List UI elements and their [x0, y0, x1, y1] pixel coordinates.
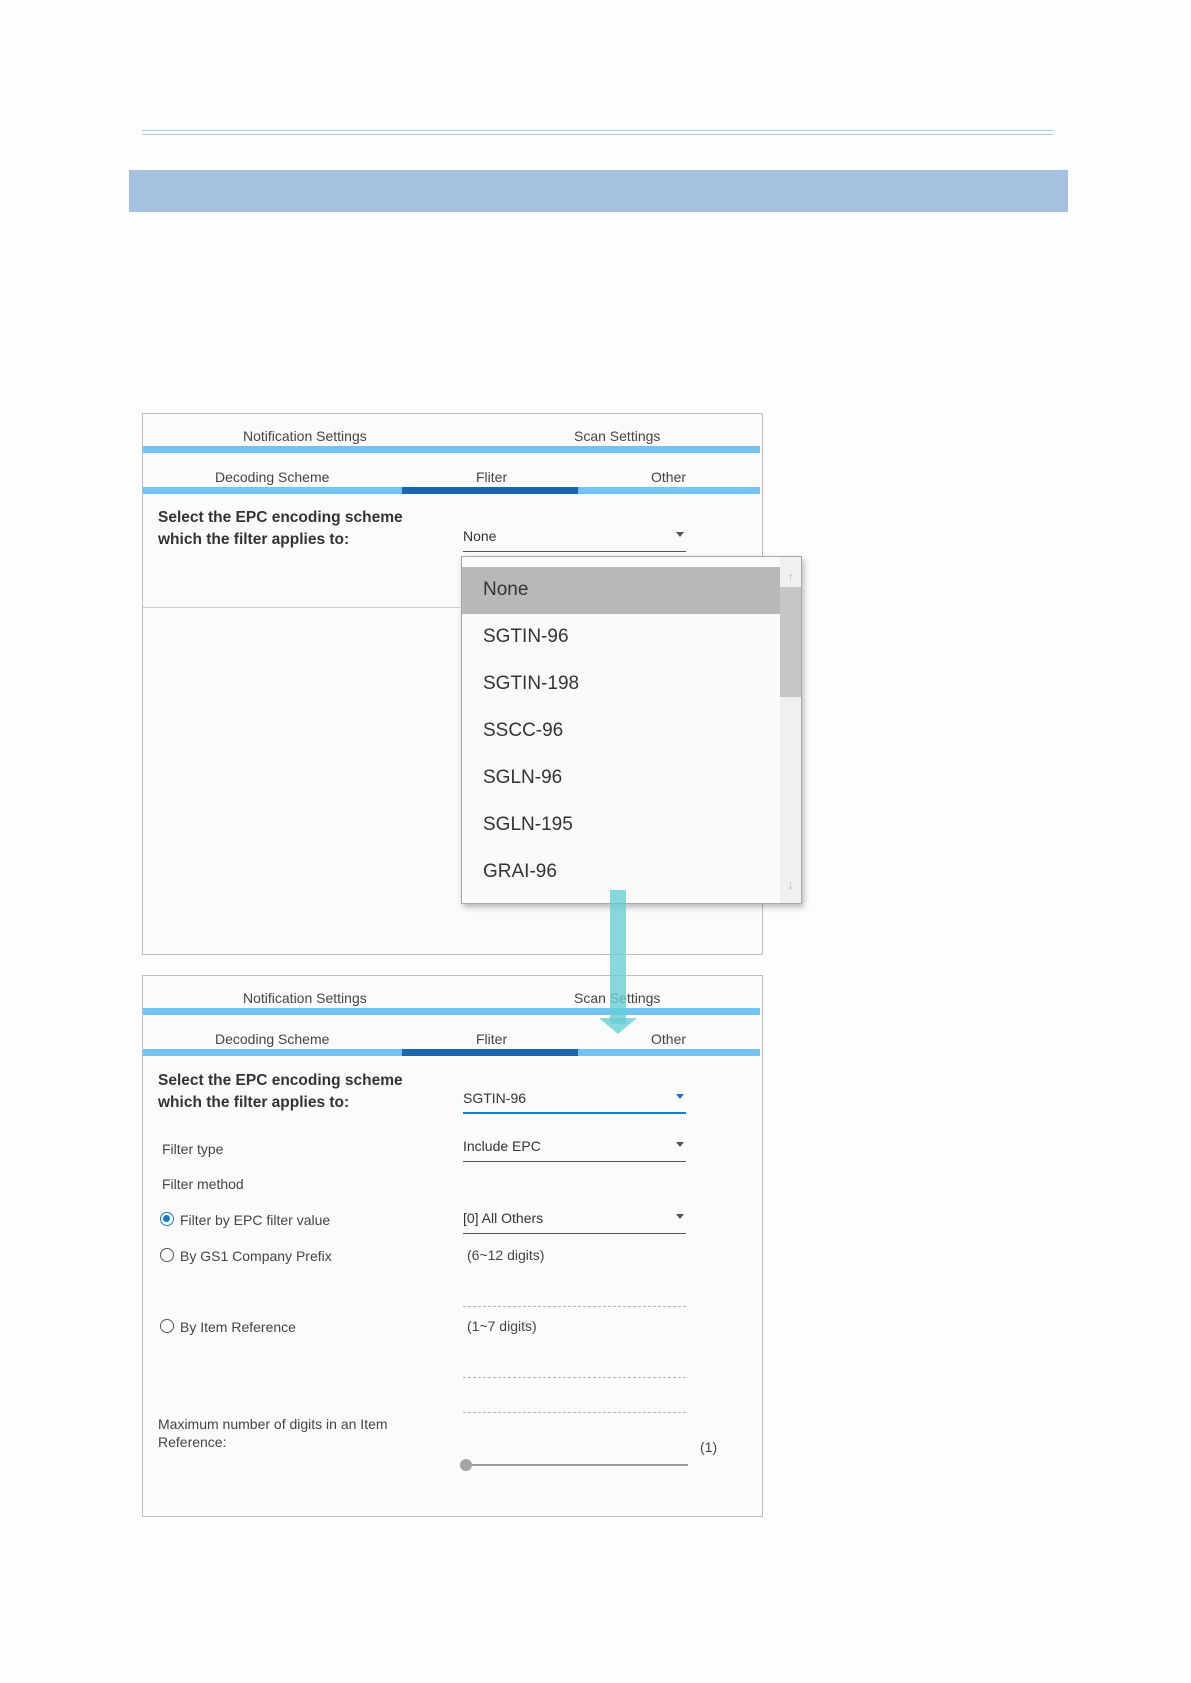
- header-rule: [142, 130, 1053, 135]
- tab-other[interactable]: Other: [651, 1031, 686, 1047]
- radio-gs1-company-prefix[interactable]: [160, 1248, 174, 1262]
- arrow-down-icon[interactable]: ↓: [780, 873, 801, 897]
- dropdown-option[interactable]: GRAI-96: [462, 849, 780, 896]
- sub-tab-row: Decoding Scheme Fliter Other: [143, 1017, 760, 1056]
- radio-item-reference[interactable]: [160, 1319, 174, 1333]
- tab-notification-settings[interactable]: Notification Settings: [243, 428, 367, 444]
- max-digits-value: (1): [700, 1439, 718, 1455]
- encoding-scheme-dropdown[interactable]: SGTIN-96: [463, 1084, 686, 1114]
- item-reference-input[interactable]: [463, 1377, 686, 1378]
- epc-filter-value: [0] All Others: [463, 1210, 544, 1226]
- chevron-down-icon: [676, 532, 684, 537]
- active-tab-indicator: [402, 487, 578, 494]
- encoding-scheme-dropdown[interactable]: None: [463, 522, 686, 552]
- encoding-scheme-label: Select the EPC encoding scheme which the…: [158, 1072, 403, 1111]
- tab-scan-settings[interactable]: Scan Settings: [574, 428, 660, 444]
- item-reference-digits-hint: (1~7 digits): [467, 1318, 537, 1334]
- filter-type-label: Filter type: [162, 1141, 224, 1157]
- max-digits-slider-track[interactable]: [463, 1464, 688, 1466]
- arrow-down-icon: [599, 1018, 637, 1034]
- top-tab-indicator-bar: [143, 1008, 760, 1015]
- encoding-scheme-dropdown-list[interactable]: None SGTIN-96 SGTIN-198 SSCC-96 SGLN-96 …: [461, 556, 802, 904]
- max-digits-slider-thumb[interactable]: [460, 1459, 472, 1471]
- item-reference-input-secondary[interactable]: [463, 1412, 686, 1413]
- form-divider: [143, 607, 460, 608]
- dropdown-option[interactable]: SGTIN-198: [462, 661, 780, 708]
- dropdown-option[interactable]: SGTIN-96: [462, 614, 780, 661]
- chevron-down-icon: [676, 1094, 684, 1099]
- gs1-prefix-input[interactable]: [463, 1306, 686, 1307]
- radio-filter-by-epc[interactable]: [160, 1212, 174, 1226]
- dropdown-option[interactable]: None: [462, 567, 780, 614]
- dropdown-option[interactable]: SGLN-195: [462, 802, 780, 849]
- dropdown-option[interactable]: SSCC-96: [462, 708, 780, 755]
- tab-notification-settings[interactable]: Notification Settings: [243, 990, 367, 1006]
- encoding-scheme-value: SGTIN-96: [463, 1090, 527, 1106]
- radio-gs1-company-prefix-label[interactable]: By GS1 Company Prefix: [180, 1248, 332, 1264]
- sub-tab-row: Decoding Scheme Fliter Other: [143, 455, 760, 494]
- tab-decoding-scheme[interactable]: Decoding Scheme: [215, 1031, 329, 1047]
- radio-item-reference-label[interactable]: By Item Reference: [180, 1319, 296, 1335]
- encoding-scheme-value: None: [463, 528, 497, 544]
- top-tab-row: Notification Settings Scan Settings: [143, 976, 760, 1015]
- chevron-down-icon: [676, 1142, 684, 1147]
- top-tab-row: Notification Settings Scan Settings: [143, 414, 760, 453]
- active-tab-indicator: [402, 1049, 578, 1056]
- max-digits-label: Maximum number of digits in an Item Refe…: [158, 1416, 388, 1450]
- section-banner: [129, 170, 1068, 212]
- radio-filter-by-epc-label[interactable]: Filter by EPC filter value: [180, 1212, 330, 1228]
- tab-other[interactable]: Other: [651, 469, 686, 485]
- scrollbar-thumb[interactable]: [780, 587, 801, 697]
- transition-arrow: [610, 890, 626, 1024]
- dropdown-scrollbar[interactable]: ↑ ↓: [780, 557, 801, 903]
- tab-filter[interactable]: Fliter: [476, 1031, 507, 1047]
- filter-type-value: Include EPC: [463, 1138, 541, 1154]
- top-tab-indicator-bar: [143, 446, 760, 453]
- chevron-down-icon: [676, 1214, 684, 1219]
- filter-type-dropdown[interactable]: Include EPC: [463, 1132, 686, 1162]
- settings-panel-after: Notification Settings Scan Settings Deco…: [142, 975, 763, 1517]
- dropdown-option[interactable]: SGLN-96: [462, 755, 780, 802]
- tab-decoding-scheme[interactable]: Decoding Scheme: [215, 469, 329, 485]
- encoding-scheme-label: Select the EPC encoding scheme which the…: [158, 509, 403, 548]
- arrow-up-icon[interactable]: ↑: [780, 565, 801, 589]
- tab-filter[interactable]: Fliter: [476, 469, 507, 485]
- epc-filter-value-dropdown[interactable]: [0] All Others: [463, 1204, 686, 1234]
- filter-method-label: Filter method: [162, 1176, 244, 1192]
- gs1-digits-hint: (6~12 digits): [467, 1247, 545, 1263]
